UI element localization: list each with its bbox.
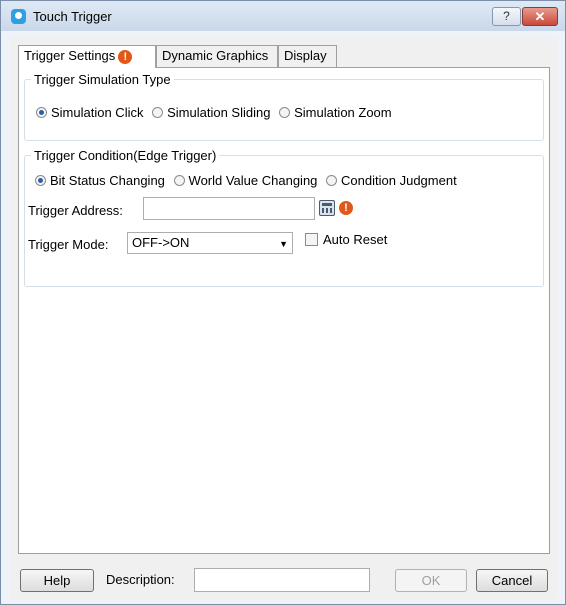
simulation-type-options: Simulation Click Simulation Sliding Simu… (36, 105, 397, 120)
radio-label: Condition Judgment (341, 173, 457, 188)
chevron-down-icon: ▼ (279, 239, 288, 249)
warning-icon: ! (118, 49, 133, 64)
group-title: Trigger Condition(Edge Trigger) (31, 148, 220, 163)
radio-button[interactable] (36, 107, 47, 118)
title-bar[interactable]: Touch Trigger ? ✕ (1, 1, 565, 31)
trigger-mode-label: Trigger Mode: (28, 237, 109, 252)
help-icon[interactable]: ? (492, 7, 521, 26)
auto-reset-checkbox[interactable] (305, 233, 318, 246)
cancel-button[interactable]: Cancel (476, 569, 548, 592)
calculator-icon[interactable] (319, 200, 335, 216)
tab-dynamic-graphics[interactable]: Dynamic Graphics (156, 45, 278, 67)
radio-button[interactable] (279, 107, 291, 118)
radio-simulation-zoom[interactable]: Simulation Zoom (279, 105, 392, 120)
condition-options: Bit Status Changing World Value Changing… (35, 173, 462, 188)
radio-button[interactable] (326, 175, 338, 186)
tab-trigger-settings[interactable]: Trigger Settings! (18, 45, 156, 68)
radio-label: Bit Status Changing (50, 173, 165, 188)
tab-display[interactable]: Display (278, 45, 337, 67)
auto-reset-label: Auto Reset (323, 232, 388, 247)
radio-label: Simulation Sliding (167, 105, 271, 120)
radio-simulation-click[interactable]: Simulation Click (36, 105, 143, 120)
radio-bit-status-changing[interactable]: Bit Status Changing (35, 173, 165, 188)
trigger-mode-value: OFF->ON (132, 235, 190, 250)
warning-icon: ! (339, 201, 353, 215)
tab-label: Display (284, 48, 327, 63)
radio-button[interactable] (35, 175, 46, 186)
ok-button[interactable]: OK (395, 569, 467, 592)
window-title: Touch Trigger (33, 9, 112, 24)
radio-condition-judgment[interactable]: Condition Judgment (326, 173, 457, 188)
app-icon (11, 9, 26, 24)
radio-label: Simulation Click (51, 105, 144, 120)
group-title: Trigger Simulation Type (31, 72, 174, 87)
radio-simulation-sliding[interactable]: Simulation Sliding (152, 105, 270, 120)
radio-label: Simulation Zoom (294, 105, 392, 120)
trigger-mode-select[interactable]: OFF->ON ▼ (127, 232, 293, 254)
description-label: Description: (106, 572, 175, 587)
trigger-condition-group: Trigger Condition(Edge Trigger) Bit Stat… (24, 148, 544, 287)
trigger-address-input[interactable] (143, 197, 315, 220)
radio-world-value-changing[interactable]: World Value Changing (173, 173, 318, 188)
help-button[interactable]: Help (20, 569, 94, 592)
radio-label: World Value Changing (188, 173, 318, 188)
trigger-address-label: Trigger Address: (28, 203, 123, 218)
dialog-window: Touch Trigger ? ✕ Trigger Settings! Dyna… (0, 0, 566, 605)
tab-label: Trigger Settings (24, 48, 116, 63)
radio-button[interactable] (173, 175, 185, 186)
description-input[interactable] (194, 568, 370, 592)
tab-label: Dynamic Graphics (162, 48, 269, 63)
simulation-type-group: Trigger Simulation Type Simulation Click… (24, 72, 544, 141)
radio-button[interactable] (152, 107, 164, 118)
close-icon[interactable]: ✕ (522, 7, 558, 26)
dialog-client: Trigger Settings! Dynamic Graphics Displ… (10, 37, 557, 599)
tab-panel: Trigger Simulation Type Simulation Click… (18, 67, 550, 554)
